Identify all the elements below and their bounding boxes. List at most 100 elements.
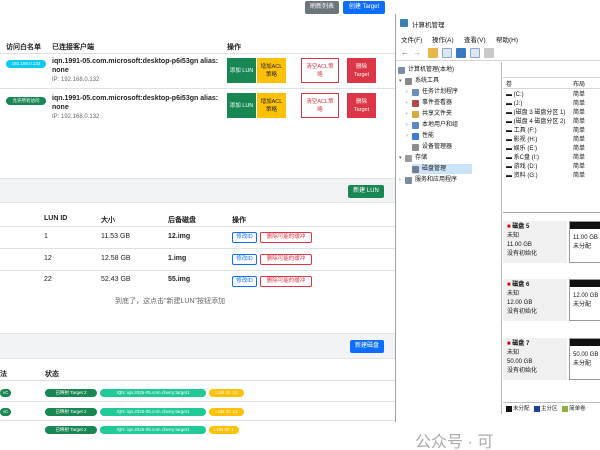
col-volume[interactable]: 卷 [506, 79, 512, 88]
show-tree-icon[interactable] [442, 48, 452, 58]
lun-id-badge: LUN ID: 22 [209, 389, 244, 397]
unallocated-bar [570, 339, 600, 346]
lun-size: 12.58 GB [101, 255, 131, 262]
volume-list: 卷 布局 ▬ (C:) 简单 ▬ (J:) 简单 ▬ (磁盘 3 磁盘分区 1)… [503, 62, 600, 212]
disk-status: 没有初始化 [507, 251, 538, 257]
lun-size: 11.53 GB [101, 233, 131, 240]
whitelist-badge: 允许所有访问 [6, 97, 46, 105]
clock-icon [412, 88, 419, 96]
forward-icon[interactable]: → [413, 48, 421, 57]
lun-id: 1 [44, 233, 48, 240]
partition-status: 未分配 [573, 302, 592, 308]
refresh-list-button[interactable]: 刷新列表 [305, 1, 339, 14]
volume-row[interactable]: ▬ 娱乐 (E:) [506, 145, 537, 154]
volume-row[interactable]: ▬ 工具 (F:) [506, 127, 537, 136]
volume-layout: 简单 [573, 110, 586, 116]
folder-up-icon[interactable] [428, 48, 438, 58]
clear-acl-button[interactable]: 清空ACL策略 [301, 58, 339, 83]
new-disk-button[interactable]: 新建磁盘 [350, 340, 384, 353]
toolbar: ← → [396, 45, 600, 61]
navigation-tree: 计算机管理(本地) ▾ 系统工具 › 任务计划程序 › 事件查看器 › 共享文件夹 › 本… [396, 62, 502, 414]
divider [0, 226, 395, 227]
simple-swatch [562, 405, 569, 412]
volume-row[interactable]: ▬ (C:) [506, 91, 524, 100]
menu-file[interactable]: 文件(F) [401, 34, 422, 44]
lun-id: 22 [44, 276, 52, 283]
volume-row[interactable]: ▬ 影视 (H:) [506, 136, 537, 145]
disk-section-header [0, 333, 395, 359]
help-icon[interactable] [456, 48, 466, 58]
tree-system-tools[interactable]: ▾ 系统工具 [399, 76, 439, 86]
iqn-badge: IQN: iqn.2025-05.com.cherry:target1 [100, 408, 206, 416]
window-titlebar[interactable]: 计算机管理 [396, 14, 600, 32]
add-lun-button[interactable]: 添加 LUN [227, 58, 256, 83]
disk-partition[interactable]: 11.00 GB 未分配 [569, 221, 600, 263]
volume-row[interactable]: ▬ (磁盘 4 磁盘分区 2) [506, 118, 565, 127]
tree-shared-folders[interactable]: › 共享文件夹 [406, 109, 452, 119]
tree-services[interactable]: › 服务和应用程序 [399, 175, 457, 185]
disk-icon: ■ [507, 224, 511, 230]
tools-icon [405, 77, 412, 85]
edit-id-button[interactable]: 修改ID [232, 276, 257, 287]
tree-device-manager[interactable]: 设备管理器 [412, 142, 452, 152]
delete-lun-button[interactable]: 删除可能的缓冲 [260, 254, 312, 265]
volume-row[interactable]: ▬ (J:) [506, 100, 522, 109]
tree-root[interactable]: 计算机管理(本地) [398, 65, 454, 75]
lun-id-badge: LUN ID: 1 [209, 426, 239, 434]
divider [0, 248, 395, 249]
delete-target-button[interactable]: 删除 Target [347, 58, 376, 83]
volume-row[interactable]: ▬ (磁盘 3 磁盘分区 1) [506, 109, 565, 118]
tree-task-scheduler[interactable]: › 任务计划程序 [406, 87, 458, 97]
disk-type: 未知 [507, 350, 520, 356]
col-whitelist: 访问白名单 [6, 44, 41, 51]
client-name: iqn.1991-05.com.microsoft:desktop-p6i53g… [52, 95, 219, 102]
col-size: 大小 [101, 217, 115, 224]
properties-icon[interactable] [470, 48, 480, 58]
tree-performance[interactable]: › 性能 [406, 131, 434, 141]
volume-layout: 简单 [573, 128, 586, 134]
watermark: 公众号 · 可 [415, 434, 494, 450]
volume-layout: 简单 [573, 92, 586, 98]
delete-target-button[interactable]: 删除 Target [347, 93, 376, 118]
users-icon [412, 121, 419, 129]
edit-id-button[interactable]: 修改ID [232, 254, 257, 265]
add-lun-button[interactable]: 添加 LUN [227, 93, 256, 118]
disk-info[interactable]: ■ 磁盘 7 未知 50.00 GB 没有初始化 [503, 338, 567, 380]
performance-icon [412, 132, 419, 140]
tree-storage[interactable]: ▾ 存储 [399, 153, 427, 163]
menu-view[interactable]: 查看(V) [464, 34, 486, 44]
disk-partition[interactable]: 12.00 GB 未分配 [569, 279, 600, 321]
col-layout[interactable]: 布局 [573, 79, 585, 88]
disk-title: ■ 磁盘 7 [507, 341, 530, 347]
add-acl-button[interactable]: 增加ACL策略 [257, 58, 286, 83]
disk-info[interactable]: ■ 磁盘 5 未知 11.00 GB 没有初始化 [503, 221, 567, 263]
client-ip: IP: 192.168.0.132 [52, 77, 100, 83]
delete-lun-button[interactable]: 删除可能的缓冲 [260, 232, 312, 243]
tree-local-users[interactable]: › 本地用户和组 [406, 120, 458, 130]
tree-event-viewer[interactable]: › 事件查看器 [406, 98, 452, 108]
create-target-button[interactable]: 创建 Target [343, 1, 385, 14]
add-acl-button[interactable]: 增加ACL策略 [257, 93, 286, 118]
client-ip: IP: 192.168.0.132 [52, 114, 100, 120]
disk-partition[interactable]: 50.00 GB 未分配 [569, 338, 600, 380]
clear-acl-button[interactable]: 清空ACL策略 [301, 93, 339, 118]
edit-id-button[interactable]: 修改ID [232, 232, 257, 243]
volume-layout: 简单 [573, 146, 586, 152]
col-backing-disk: 后备磁盘 [168, 217, 196, 224]
disk-info[interactable]: ■ 磁盘 6 未知 12.00 GB 没有初始化 [503, 279, 567, 321]
lun-id-badge: LUN ID: 12 [209, 408, 244, 416]
disk-status: 没有初始化 [507, 309, 538, 315]
delete-lun-button[interactable]: 删除可能的缓冲 [260, 276, 312, 287]
volume-row[interactable]: ▬ 游戏 (D:) [506, 163, 537, 172]
divider [0, 401, 395, 402]
volume-row[interactable]: ▬ 资料 (G:) [506, 172, 538, 181]
back-icon[interactable]: ← [401, 48, 409, 57]
col-lun-id: LUN ID [44, 215, 68, 222]
tree-disk-management[interactable]: 磁盘管理 [412, 164, 472, 174]
settings-icon[interactable] [484, 48, 494, 58]
menu-action[interactable]: 操作(A) [432, 34, 454, 44]
col-actions: 操作 [227, 44, 241, 51]
new-lun-button[interactable]: 新建 LUN [348, 185, 384, 198]
volume-row[interactable]: ▬ 系C盘 (I:) [506, 154, 539, 163]
menu-help[interactable]: 帮助(H) [496, 34, 518, 44]
